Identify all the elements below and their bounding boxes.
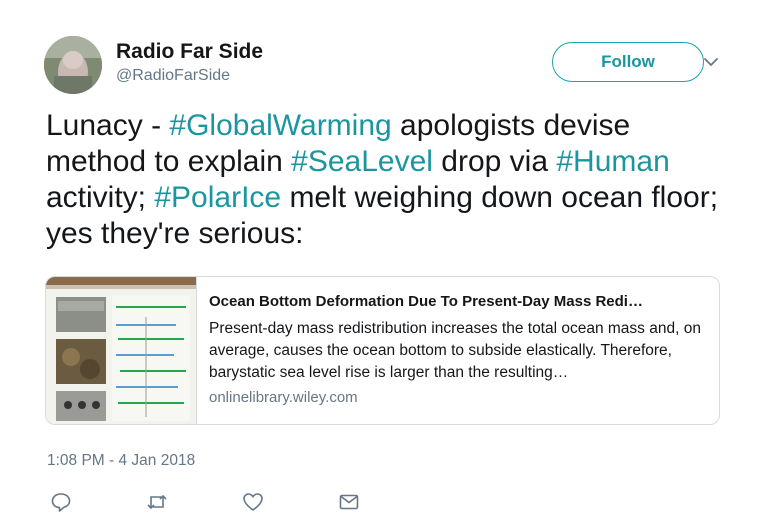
retweet-icon[interactable] (146, 491, 168, 513)
card-thumbnail (46, 277, 197, 424)
follow-button[interactable]: Follow (552, 42, 704, 82)
card-description: Present-day mass redistribution increase… (209, 320, 701, 381)
tweet-text-segment: drop via (432, 145, 557, 178)
direct-message-icon[interactable] (338, 491, 360, 513)
tweet-text-segment: Lunacy - (46, 109, 170, 142)
like-icon[interactable] (242, 491, 264, 513)
hashtag-sealevel[interactable]: #SeaLevel (291, 145, 433, 178)
tweet-text: Lunacy - #GlobalWarming apologists devis… (46, 108, 726, 252)
avatar[interactable] (44, 36, 102, 94)
tweet-text-segment: activity; (46, 181, 155, 214)
hashtag-human[interactable]: #Human (556, 145, 669, 178)
hashtag-polarice[interactable]: #PolarIce (154, 181, 281, 214)
avatar-image (44, 36, 102, 94)
card-title[interactable]: Ocean Bottom Deformation Due To Present-… (209, 293, 709, 310)
reply-icon[interactable] (50, 491, 72, 513)
card-domain: onlinelibrary.wiley.com (209, 389, 358, 406)
tweet-timestamp[interactable]: 1:08 PM - 4 Jan 2018 (47, 452, 195, 470)
hashtag-globalwarming[interactable]: #GlobalWarming (169, 109, 391, 142)
user-name[interactable]: Radio Far Side (116, 40, 263, 64)
chevron-down-icon[interactable] (703, 56, 719, 68)
user-handle[interactable]: @RadioFarSide (116, 67, 230, 85)
link-card[interactable]: Ocean Bottom Deformation Due To Present-… (45, 276, 720, 425)
